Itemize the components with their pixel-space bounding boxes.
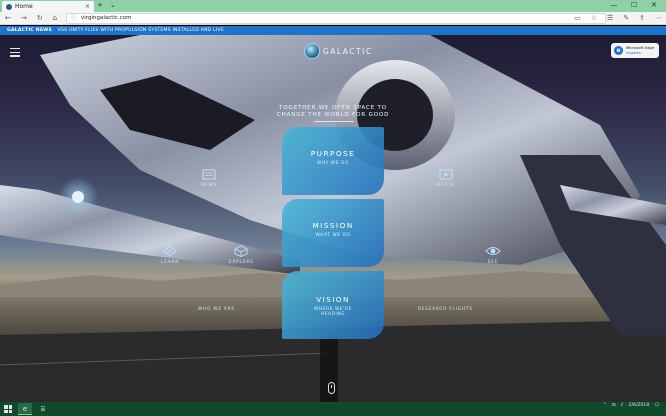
scroll-down-mouse-icon[interactable]: [328, 382, 335, 394]
tab-close-icon[interactable]: ×: [85, 3, 90, 10]
play-icon: [439, 169, 453, 180]
vision-title: VISION: [316, 295, 350, 304]
more-menu-icon[interactable]: ⋯: [655, 13, 662, 24]
edge-inspires-badge[interactable]: e Microsoft Edge inspires: [611, 43, 659, 58]
news-link[interactable]: NEWS: [201, 169, 217, 188]
hero-section: GALACTIC e Microsoft Edge inspires TOGET…: [0, 35, 666, 402]
site-favicon-icon: [6, 3, 12, 10]
tray-overflow-icon[interactable]: ⌃: [603, 403, 607, 408]
web-note-icon[interactable]: ✎: [623, 13, 629, 24]
volume-icon[interactable]: ♪: [621, 403, 624, 408]
close-window-button[interactable]: ✕: [644, 0, 664, 11]
vision-card[interactable]: VISION WHERE WE'RE HEADING: [282, 271, 384, 339]
news-ticker[interactable]: GALACTIC NEWS VSS UNITY FLIES WITH PROPU…: [0, 26, 666, 35]
mission-card[interactable]: MISSION WHAT WE DO: [282, 199, 384, 267]
watch-link[interactable]: WATCH: [436, 169, 455, 188]
hero-tagline: TOGETHER WE OPEN SPACE TO CHANGE THE WOR…: [276, 105, 390, 118]
clock-date: 2/6/2018: [628, 403, 650, 408]
refresh-button[interactable]: ↻: [37, 13, 43, 24]
explore-link[interactable]: EXPLORE: [229, 245, 254, 265]
ticker-text: VSS UNITY FLIES WITH PROPULSION SYSTEMS …: [57, 28, 224, 33]
purpose-card[interactable]: PURPOSE WHY WE GO: [282, 127, 384, 195]
maximize-button[interactable]: ☐: [624, 0, 644, 11]
learn-label: LEARN: [161, 260, 180, 265]
windows-start-icon[interactable]: [4, 405, 12, 413]
galactic-logo-disc-icon: [304, 43, 320, 59]
tab-title: Home: [15, 3, 33, 10]
ticker-label: GALACTIC NEWS: [7, 28, 52, 33]
see-link[interactable]: SEE: [485, 245, 501, 265]
action-center-icon[interactable]: 🗨: [654, 403, 660, 408]
vision-subtitle: WHERE WE'RE HEADING: [314, 307, 352, 317]
browser-tab-bar: Home × + ⌄ — ☐ ✕: [0, 0, 666, 12]
tab-list-icon[interactable]: ⌄: [110, 1, 116, 9]
badge-line2: inspires: [626, 49, 641, 55]
reading-view-icon[interactable]: ▭: [574, 13, 581, 24]
taskbar-edge-icon[interactable]: e: [18, 403, 32, 415]
clock[interactable]: 2/6/2018: [629, 403, 650, 408]
learn-link[interactable]: LEARN: [161, 245, 179, 265]
system-tray: ⌃ ⊡ ♪ 2/6/2018 🗨: [603, 403, 660, 408]
news-label: NEWS: [201, 183, 217, 188]
mission-title: MISSION: [312, 221, 354, 230]
edge-logo-icon: e: [614, 46, 623, 55]
purpose-title: PURPOSE: [310, 149, 356, 158]
network-icon[interactable]: ⊡: [612, 403, 616, 408]
logo-text: GALACTIC: [323, 46, 373, 56]
mission-subtitle: WHAT WE DO: [315, 233, 351, 238]
hamburger-menu-icon[interactable]: [10, 48, 20, 59]
taskbar-task-view-icon[interactable]: ⌸: [36, 403, 50, 415]
share-icon[interactable]: ⇪: [639, 13, 645, 24]
tagline-underline: [314, 121, 354, 122]
minimize-button[interactable]: —: [604, 0, 624, 11]
watch-label: WATCH: [436, 183, 456, 188]
explore-cube-icon: [235, 245, 248, 257]
eye-icon: [485, 247, 501, 255]
info-icon: ⓘ: [71, 15, 77, 21]
address-toolbar: ← → ↻ ⌂ ⓘ virgingalactic.com ▭ ☆ ☰ ✎ ⇪ ⋯: [0, 12, 666, 25]
hub-icon[interactable]: ☰: [607, 13, 613, 24]
see-label: SEE: [487, 260, 499, 265]
galactic-logo[interactable]: GALACTIC: [304, 43, 373, 59]
back-button[interactable]: ←: [5, 13, 11, 24]
news-icon: [202, 169, 216, 180]
favorite-star-icon[interactable]: ☆: [591, 13, 597, 24]
tab-home[interactable]: Home ×: [2, 1, 94, 12]
who-we-are-link[interactable]: WHO WE ARE: [198, 307, 235, 312]
windows-taskbar: e ⌸ ⌃ ⊡ ♪ 2/6/2018 🗨: [0, 402, 666, 416]
new-tab-button[interactable]: +: [97, 1, 103, 9]
purpose-subtitle: WHY WE GO: [317, 161, 349, 166]
url-field[interactable]: ⓘ virgingalactic.com: [66, 13, 606, 24]
research-flights-link[interactable]: RESEARCH FLIGHTS: [418, 307, 473, 312]
explore-label: EXPLORE: [229, 260, 254, 265]
forward-button[interactable]: →: [21, 13, 27, 24]
url-text: virgingalactic.com: [81, 15, 132, 21]
learn-grid-icon: [163, 245, 177, 257]
home-button[interactable]: ⌂: [53, 13, 57, 24]
